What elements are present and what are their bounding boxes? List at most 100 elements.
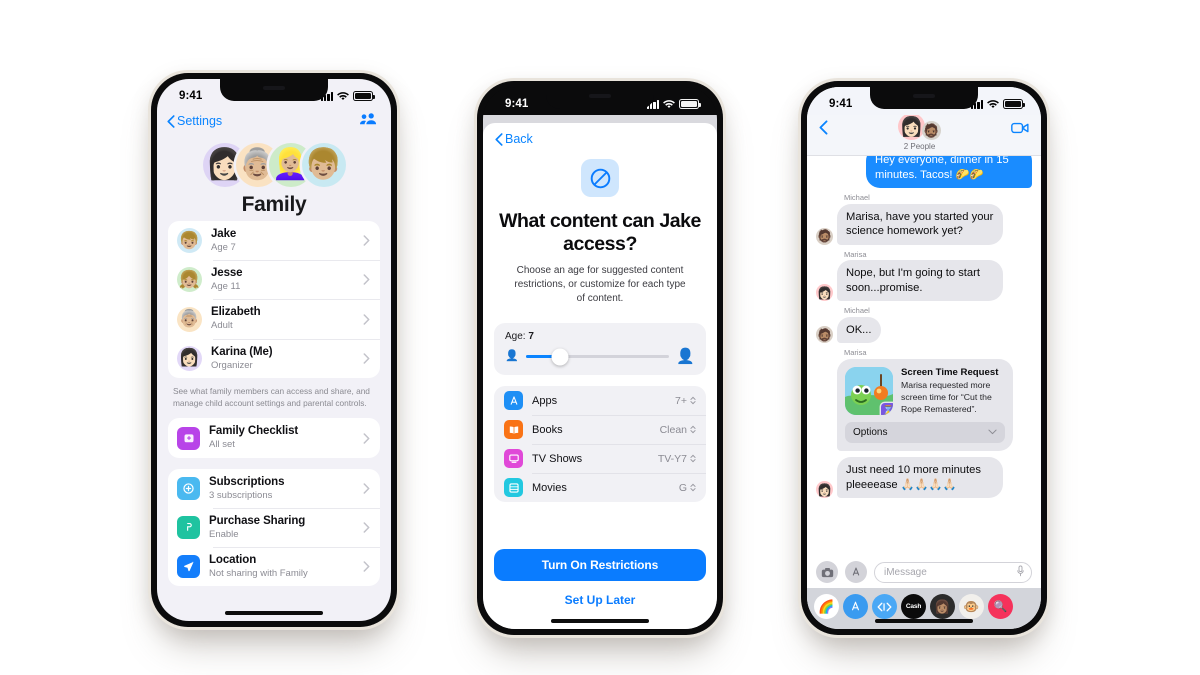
back-label: Back: [505, 132, 533, 146]
add-family-member-icon[interactable]: [360, 112, 377, 130]
row-text: Location Not sharing with Family: [209, 553, 354, 580]
avatar: 👦🏼: [177, 228, 202, 254]
rating-row-books[interactable]: Books Clean: [494, 415, 706, 444]
member-name: Karina (Me): [211, 345, 273, 358]
memoji-stickers-app-icon[interactable]: 👩🏽: [930, 594, 955, 619]
request-body: Marisa requested more screen time for “C…: [901, 380, 992, 414]
slider-knob[interactable]: [551, 348, 569, 365]
camera-icon[interactable]: [816, 561, 838, 583]
age-slider[interactable]: 👤 👤: [505, 348, 695, 365]
rating-value-group[interactable]: Clean: [660, 424, 696, 436]
facetime-video-icon[interactable]: [1011, 121, 1029, 139]
options-label: Options: [853, 427, 888, 439]
app-store-app-icon[interactable]: [843, 594, 868, 619]
message-bubble[interactable]: Marisa, have you started your science ho…: [837, 203, 1003, 245]
microphone-icon[interactable]: [1016, 564, 1025, 580]
chevron-right-icon: [363, 274, 370, 286]
rating-name: Movies: [532, 481, 567, 494]
member-name: Jake: [211, 228, 237, 240]
page-title: What content can Jake access?: [499, 210, 701, 255]
message-sender: Marisa: [844, 348, 867, 358]
chevron-down-icon: [988, 427, 997, 438]
family-member-row[interactable]: 👵🏼 Elizabeth Adult: [168, 299, 380, 338]
rating-row-tvshows[interactable]: TV Shows TV-Y7: [494, 444, 706, 473]
family-options-card: Subscriptions 3 subscriptions Purchase S…: [168, 468, 380, 587]
photos-app-icon[interactable]: 🌈: [814, 594, 839, 619]
avatar-emoji: 👩🏻: [817, 482, 832, 497]
family-member-row[interactable]: 👧🏼 Jesse Age 11: [168, 260, 380, 299]
nav-bar: Back: [483, 123, 717, 146]
slider-track[interactable]: [525, 348, 670, 365]
back-to-settings-button[interactable]: Settings: [167, 114, 222, 128]
rating-name: TV Shows: [532, 452, 583, 465]
rating-row-movies[interactable]: Movies G: [494, 473, 706, 502]
back-button[interactable]: Back: [495, 132, 717, 146]
screenshot-stage: 9:41 Settings: [0, 0, 1200, 675]
speaker-slot: [263, 86, 285, 90]
chevron-updown-icon: [690, 396, 696, 405]
restriction-circle-slash-icon: [581, 159, 619, 197]
family-member-row[interactable]: 👩🏻 Karina (Me) Organizer: [168, 338, 380, 378]
purchase-sharing-row[interactable]: Purchase Sharing Enable: [168, 507, 380, 547]
screen-time-request-card[interactable]: ⌛ Screen Time Request Marisa requested m…: [837, 358, 1013, 452]
turn-on-restrictions-button[interactable]: Turn On Restrictions: [494, 549, 706, 581]
page-subtitle: Choose an age for suggested content rest…: [514, 265, 686, 304]
row-text: Jesse Age 11: [211, 266, 354, 293]
age-label: Age: 7: [505, 331, 695, 342]
rating-value-group[interactable]: G: [679, 482, 696, 494]
animoji-app-icon[interactable]: 🐵: [959, 594, 984, 619]
avatar-emoji: 🧔🏽: [817, 327, 832, 342]
participants-group[interactable]: 👩🏻 🧔🏽 2 People: [828, 113, 1011, 151]
checklist-icon: [177, 426, 200, 450]
avatar-emoji: 🧔🏽: [923, 122, 940, 138]
avatar-emoji: 👦🏼: [304, 148, 343, 181]
phone-bezel: 9:41 👩🏻 🧔🏽 2 People Hey everyone, dinner…: [801, 81, 1047, 635]
message-bubble[interactable]: Hey everyone, dinner in 15 minutes. Taco…: [866, 156, 1032, 189]
adult-person-icon: 👤: [676, 348, 695, 365]
member-name: Jesse: [211, 267, 243, 280]
location-icon: [177, 555, 200, 579]
content-ratings-card: Apps 7+ Books Clean TV Shows TV-Y7 Movie…: [494, 386, 706, 502]
phone-screen: 9:41 👩🏻 🧔🏽 2 People Hey everyone, dinner…: [807, 87, 1041, 629]
phone-content-restrictions: 9:41 Back What content can Jake access? …: [474, 78, 726, 638]
avatar-emoji: 👩🏻: [899, 116, 924, 138]
chevron-left-icon: [167, 114, 175, 128]
conversation-header: 👩🏻 🧔🏽 2 People: [807, 113, 1041, 156]
message-sender: Michael: [844, 193, 870, 203]
back-chevron-icon[interactable]: [819, 120, 828, 140]
chevron-right-icon: [363, 235, 370, 246]
imessage-input[interactable]: iMessage: [874, 561, 1032, 583]
status-indicators: [970, 99, 1025, 109]
phone-screen: 9:41 Settings: [157, 79, 391, 621]
age-slider-card: Age: 7 👤 👤: [494, 323, 706, 375]
message-bubble[interactable]: Just need 10 more minutes pleeeease 🙏🏻🙏🏻…: [837, 457, 1003, 499]
phone-family-settings: 9:41 Settings: [148, 70, 400, 630]
app-store-drawer-icon[interactable]: [845, 561, 867, 583]
sheet-backdrop: Back What content can Jake access? Choos…: [483, 115, 717, 629]
family-member-row[interactable]: 👦🏼 Jake Age 7: [168, 221, 380, 260]
subscriptions-row[interactable]: Subscriptions 3 subscriptions: [168, 469, 380, 508]
avatar: 👩🏻: [177, 345, 202, 371]
message-bubble[interactable]: OK...: [837, 316, 881, 344]
apple-cash-app-icon[interactable]: Cash: [901, 594, 926, 619]
request-options-dropdown[interactable]: Options: [845, 422, 1005, 444]
avatar: 👩🏻: [816, 481, 833, 499]
family-checklist-row[interactable]: Family Checklist All set: [168, 418, 380, 457]
cut-the-rope-app-icon: ⌛: [845, 366, 893, 415]
set-up-later-button[interactable]: Set Up Later: [494, 593, 706, 607]
digital-touch-app-icon[interactable]: [872, 594, 897, 619]
home-indicator: [225, 611, 323, 615]
message-bubble[interactable]: Nope, but I'm going to start soon...prom…: [837, 260, 1003, 302]
rating-value-group[interactable]: TV-Y7: [658, 453, 696, 465]
rating-value-group[interactable]: 7+: [675, 395, 696, 407]
row-text: Jake Age 7: [211, 227, 354, 254]
notch: [220, 79, 328, 101]
row-text: Karina (Me) Organizer: [211, 345, 354, 372]
participants-label: 2 People: [903, 142, 936, 151]
member-name: Elizabeth: [211, 306, 261, 319]
message-thread[interactable]: Hey everyone, dinner in 15 minutes. Taco…: [807, 156, 1041, 556]
location-row[interactable]: Location Not sharing with Family: [168, 547, 380, 586]
image-search-app-icon[interactable]: 🔍: [988, 594, 1013, 619]
participant-avatars: 👩🏻 🧔🏽: [828, 113, 1011, 140]
rating-row-apps[interactable]: Apps 7+: [494, 386, 706, 415]
